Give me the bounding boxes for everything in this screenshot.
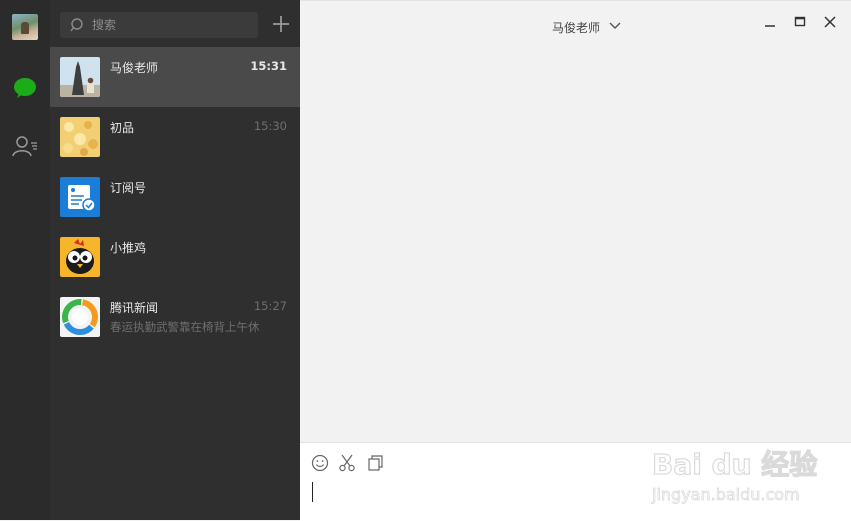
search-box[interactable] xyxy=(60,12,258,38)
contact-avatar xyxy=(60,237,100,277)
emoji-icon[interactable] xyxy=(311,454,329,472)
chat-panel: 马俊老师 xyxy=(300,0,851,521)
conversation-item[interactable]: 订阅号 xyxy=(50,167,300,227)
chevron-down-icon[interactable] xyxy=(609,22,621,30)
contact-avatar xyxy=(60,117,100,157)
contacts-icon[interactable] xyxy=(12,134,38,158)
chat-title: 马俊老师 xyxy=(552,21,601,35)
text-caret xyxy=(312,482,313,502)
conversation-item[interactable]: 马俊老师 15:31 xyxy=(50,47,300,107)
left-rail xyxy=(0,0,50,520)
maximize-icon[interactable] xyxy=(792,14,808,30)
subscription-icon xyxy=(60,177,100,217)
add-icon[interactable] xyxy=(270,13,292,35)
search-icon xyxy=(70,18,83,32)
user-avatar[interactable] xyxy=(12,14,38,40)
conversation-preview: 春运执勤武警靠在椅背上午休 xyxy=(110,320,260,334)
message-compose-area xyxy=(300,442,851,521)
conversation-item[interactable]: 小推鸡 xyxy=(50,227,300,287)
conversation-name: 小推鸡 xyxy=(110,241,147,255)
conversation-time: 15:27 xyxy=(253,299,287,313)
tencent-news-icon xyxy=(60,297,100,337)
close-icon[interactable] xyxy=(822,14,838,30)
conversation-time: 15:30 xyxy=(253,119,287,133)
minimize-icon[interactable] xyxy=(762,14,778,30)
contact-avatar xyxy=(60,57,100,97)
conversation-name: 初品 xyxy=(110,121,135,135)
conversation-item[interactable]: 腾讯新闻 15:27 春运执勤武警靠在椅背上午休 xyxy=(50,287,300,347)
search-input[interactable] xyxy=(86,14,258,36)
wechat-window: 马俊老师 15:31 初品 15:30 xyxy=(0,0,851,521)
chat-icon[interactable] xyxy=(13,76,37,100)
chat-header: 马俊老师 xyxy=(300,1,851,49)
conversation-item[interactable]: 初品 15:30 xyxy=(50,107,300,167)
conversation-name: 马俊老师 xyxy=(110,61,159,75)
scissors-icon[interactable] xyxy=(338,454,356,472)
conversation-name: 腾讯新闻 xyxy=(110,301,159,315)
conversation-list: 马俊老师 15:31 初品 15:30 xyxy=(50,0,300,520)
conversation-time: 15:31 xyxy=(250,59,287,73)
conversation-name: 订阅号 xyxy=(110,181,147,195)
message-input[interactable] xyxy=(310,479,834,519)
file-icon[interactable] xyxy=(366,454,384,472)
